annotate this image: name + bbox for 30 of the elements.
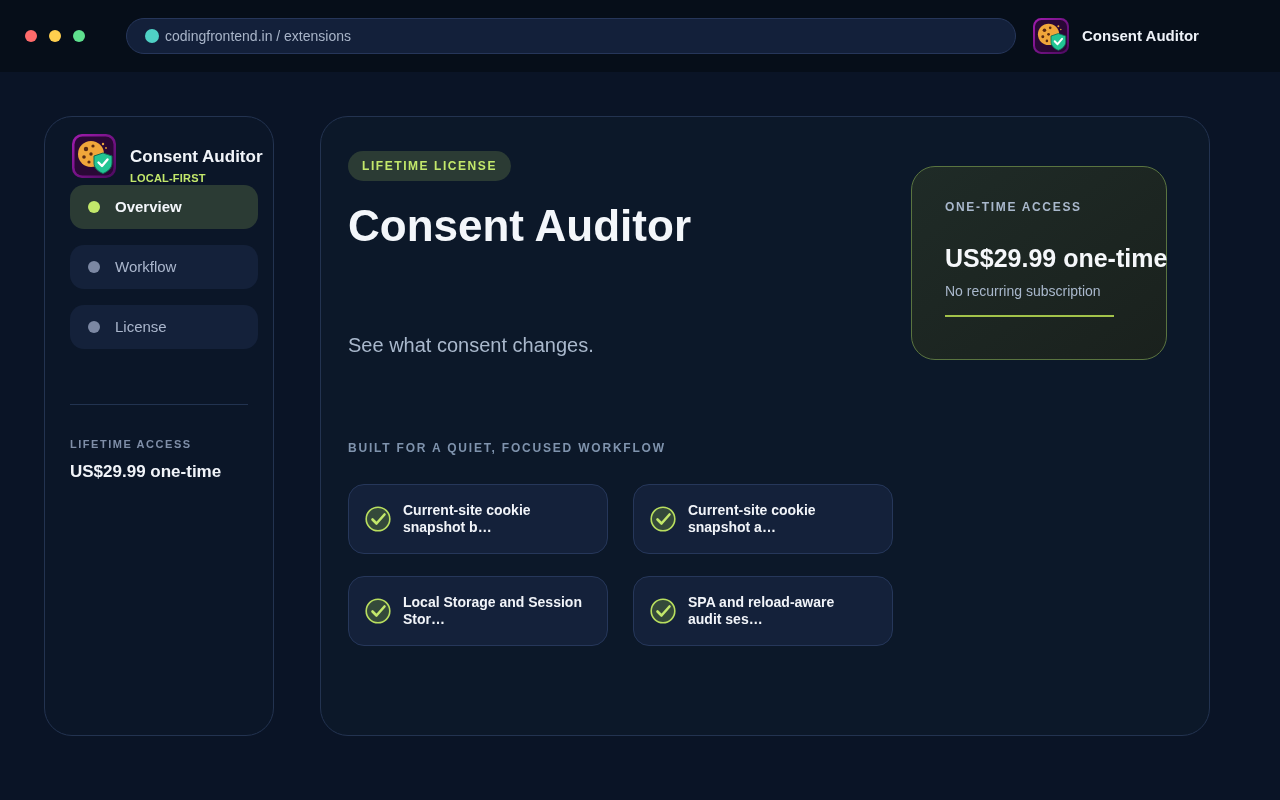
check-circle-icon [650, 506, 676, 532]
cookie-shield-icon [1033, 18, 1069, 54]
window-control-icon[interactable] [49, 30, 61, 42]
window-control-icon[interactable] [25, 30, 37, 42]
access-label: LIFETIME ACCESS [70, 437, 193, 451]
address-bar[interactable]: codingfrontend.in / extensions [126, 18, 1016, 54]
sidebar-price: US$29.99 one-time [70, 461, 223, 483]
tagline-text: LOCAL-FIRST [130, 173, 207, 184]
check-circle-icon [365, 598, 391, 624]
subtitle-text: See what consent changes. [348, 333, 594, 358]
feature-text: Current-site cookie snapshot a… [688, 502, 817, 536]
license-badge: LIFETIME LICENSE [348, 151, 511, 181]
price-card-label: ONE-TIME ACCESS [945, 199, 1082, 215]
price-text: US$29.99 one-time [945, 243, 1168, 273]
url-text: codingfrontend.in / extensions [165, 26, 351, 46]
nav-item[interactable]: License [70, 305, 258, 349]
sidebar-app-name: Consent Auditor [130, 147, 263, 167]
page-title: Consent Auditor [348, 201, 691, 251]
feature-text: Local Storage and Session Stor… [403, 594, 583, 628]
feature-text: SPA and reload-aware audit ses… [688, 594, 836, 628]
nav-item[interactable]: Overview [70, 185, 258, 229]
window-control-icon[interactable] [73, 30, 85, 42]
feature-text: Current-site cookie snapshot b… [403, 502, 532, 536]
price-note: No recurring subscription [945, 282, 1101, 300]
cookie-shield-icon [72, 134, 116, 178]
nav-item[interactable]: Workflow [70, 245, 258, 289]
app-title: Consent Auditor [1082, 25, 1199, 46]
check-circle-icon [650, 598, 676, 624]
check-circle-icon [365, 506, 391, 532]
section-label: BUILT FOR A QUIET, FOCUSED WORKFLOW [348, 440, 666, 456]
